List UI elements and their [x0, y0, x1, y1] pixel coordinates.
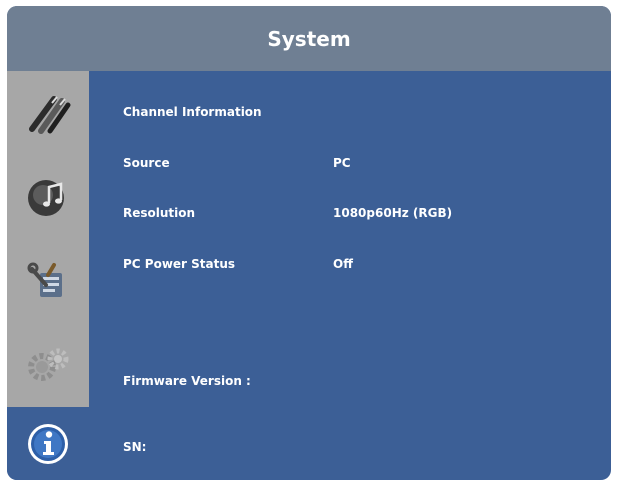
source-value: PC: [333, 156, 351, 170]
resolution-value: 1080p60Hz (RGB): [333, 206, 453, 220]
firmware-version-label: Firmware Version :: [123, 374, 251, 388]
sidebar: [7, 71, 89, 480]
pc-power-status-value: Off: [333, 257, 353, 271]
tab-setup[interactable]: [7, 239, 89, 323]
info-icon: [28, 423, 68, 464]
audio-music-icon: [28, 180, 64, 216]
channel-information-heading: Channel Information: [123, 105, 262, 119]
tab-system-info[interactable]: [7, 407, 89, 480]
adjust-tools-icon: [29, 96, 71, 134]
gears-icon: [28, 348, 69, 381]
tab-option[interactable]: [7, 323, 89, 407]
tab-picture-adjust[interactable]: [7, 71, 89, 155]
content-area: Channel Information Source PC Resolution…: [89, 71, 611, 480]
tab-audio[interactable]: [7, 155, 89, 239]
page-title: System: [7, 6, 611, 71]
system-osd-panel: System Channel Information Source PC Res…: [7, 6, 611, 480]
pc-power-status-label: PC Power Status: [123, 257, 236, 271]
resolution-label: Resolution: [123, 206, 196, 220]
serial-number-label: SN:: [123, 440, 147, 454]
setup-tools-icon: [27, 262, 62, 297]
source-label: Source: [123, 156, 170, 170]
